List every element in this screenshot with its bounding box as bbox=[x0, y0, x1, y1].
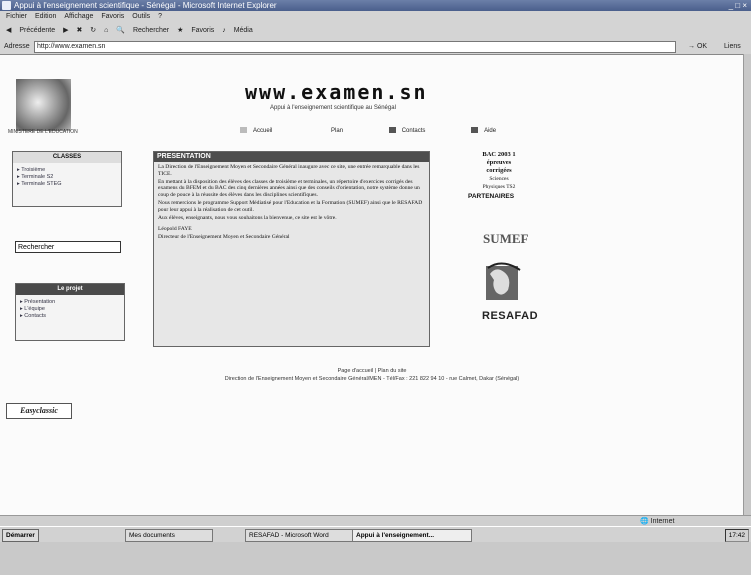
classes-header: CLASSES bbox=[13, 152, 121, 163]
menu-help[interactable]: ? bbox=[158, 13, 162, 20]
presentation-paragraph: Aux élèves, enseignants, nous vous souha… bbox=[158, 214, 337, 221]
menu-bar: Fichier Edition Affichage Favoris Outils… bbox=[0, 11, 751, 23]
projet-header: Le projet bbox=[16, 284, 124, 295]
top-nav: Accueil Plan Contacts Aide bbox=[240, 127, 540, 134]
vertical-scrollbar[interactable] bbox=[743, 54, 751, 515]
back-button[interactable]: ◀ Précédente bbox=[6, 27, 55, 34]
site-subtitle: Appui à l'enseignement scientifique au S… bbox=[270, 105, 396, 111]
task-word[interactable]: RESAFAD - Microsoft Word bbox=[245, 529, 353, 542]
presentation-paragraph: En mettant à la disposition des élèves d… bbox=[158, 178, 420, 199]
refresh-icon[interactable]: ↻ bbox=[90, 27, 96, 34]
address-bar: Adresse http://www.examen.sn → OK Liens bbox=[0, 39, 751, 54]
nav-aide[interactable]: Aide bbox=[471, 127, 518, 134]
signature-name: Léopold FAYE bbox=[158, 226, 192, 233]
task-mes-documents[interactable]: Mes documents bbox=[125, 529, 213, 542]
presentation-header: PRESENTATION bbox=[154, 152, 429, 162]
menu-edition[interactable]: Edition bbox=[35, 13, 56, 20]
signature-title: Directeur de l'Enseignement Moyen et Sec… bbox=[158, 234, 290, 241]
bac-link[interactable]: BAC 2003 1 épreuves corrigées Sciences P… bbox=[463, 151, 535, 191]
menu-affichage[interactable]: Affichage bbox=[64, 13, 93, 20]
presentation-panel: PRESENTATION La Direction de l'Enseignem… bbox=[153, 151, 430, 347]
nav-plan[interactable]: Plan bbox=[318, 127, 365, 134]
page-content: MINISTERE DE L'EDUCATION www.examen.sn A… bbox=[0, 54, 744, 516]
nav-contacts[interactable]: Contacts bbox=[388, 127, 448, 134]
window-title: Appui à l'enseignement scientifique - Sé… bbox=[14, 1, 277, 10]
class-link-troisieme[interactable]: ▸ Troisième bbox=[17, 167, 121, 174]
projet-box: Le projet ▸ Présentation ▸ L'équipe ▸ Co… bbox=[15, 283, 125, 341]
class-link-terminale-steg[interactable]: ▸ Terminale STEG bbox=[17, 181, 121, 188]
home-icon[interactable]: ⌂ bbox=[104, 27, 108, 34]
forward-icon[interactable]: ▶ bbox=[63, 27, 68, 34]
sumef-logo[interactable]: SUMEF bbox=[483, 231, 529, 247]
classes-box: CLASSES ▸ Troisième ▸ Terminale S2 ▸ Ter… bbox=[12, 151, 122, 207]
projet-link-equipe[interactable]: ▸ L'équipe bbox=[20, 306, 124, 313]
footer-address: Direction de l'Enseignement Moyen et Sec… bbox=[224, 376, 520, 382]
favorites-button[interactable]: ★ Favoris bbox=[177, 27, 214, 34]
window-controls[interactable]: _ □ × bbox=[729, 0, 747, 11]
media-button[interactable]: ♪ Média bbox=[222, 27, 253, 34]
search-input[interactable]: Rechercher bbox=[15, 241, 121, 253]
logo-caption: MINISTERE DE L'EDUCATION bbox=[8, 129, 78, 135]
site-title: www.examen.sn bbox=[245, 80, 428, 104]
presentation-text: La Direction de l'Enseignement Moyen et … bbox=[154, 162, 429, 244]
presentation-paragraph: Nous remercions le programme Support Méd… bbox=[158, 199, 423, 213]
go-button[interactable]: → OK bbox=[688, 39, 707, 54]
menu-outils[interactable]: Outils bbox=[132, 13, 150, 20]
presentation-paragraph: La Direction de l'Enseignement Moyen et … bbox=[158, 164, 420, 177]
system-clock: 17:42 bbox=[724, 529, 749, 542]
class-link-terminale-s2[interactable]: ▸ Terminale S2 bbox=[17, 174, 121, 181]
desk-surface bbox=[0, 542, 751, 575]
ie-icon bbox=[2, 1, 11, 10]
search-button[interactable]: 🔍 Rechercher bbox=[116, 27, 169, 34]
window-titlebar: Appui à l'enseignement scientifique - Sé… bbox=[0, 0, 751, 11]
stop-icon[interactable]: ✖ bbox=[76, 27, 82, 34]
projet-link-contacts[interactable]: ▸ Contacts bbox=[20, 313, 124, 320]
start-button[interactable]: Démarrer bbox=[2, 529, 39, 542]
links-button[interactable]: Liens bbox=[724, 39, 741, 54]
resafad-emblem-icon[interactable] bbox=[482, 260, 522, 306]
address-label: Adresse bbox=[4, 43, 30, 50]
taskbar: Démarrer Mes documents RESAFAD - Microso… bbox=[0, 526, 751, 543]
address-input[interactable]: http://www.examen.sn bbox=[34, 41, 676, 53]
easyclassic-badge[interactable]: Easyclassic bbox=[6, 403, 72, 419]
toolbar: ◀ Précédente ▶ ✖ ↻ ⌂ 🔍 Rechercher ★ Favo… bbox=[0, 23, 751, 39]
projet-link-presentation[interactable]: ▸ Présentation bbox=[20, 299, 124, 306]
menu-favoris[interactable]: Favoris bbox=[101, 13, 124, 20]
partners-heading: PARTENAIRES bbox=[468, 193, 515, 200]
resafad-logo-text[interactable]: RESAFAD bbox=[482, 310, 538, 322]
ministry-logo bbox=[16, 79, 71, 131]
footer-links[interactable]: Page d'accueil | Plan du site bbox=[0, 368, 744, 374]
nav-accueil[interactable]: Accueil bbox=[240, 127, 294, 134]
menu-fichier[interactable]: Fichier bbox=[6, 13, 27, 20]
task-ie[interactable]: Appui à l'enseignement... bbox=[352, 529, 472, 542]
